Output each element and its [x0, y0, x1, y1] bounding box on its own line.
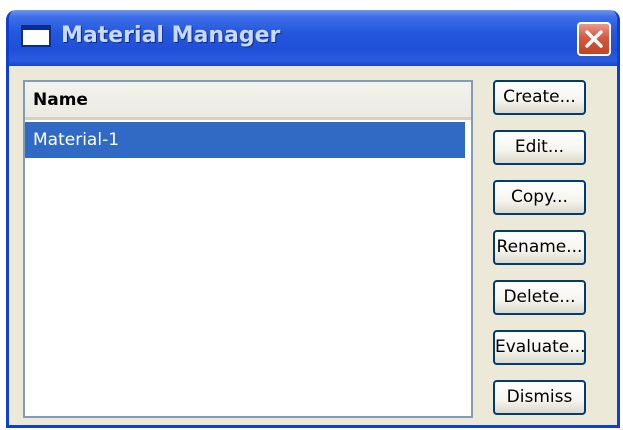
material-manager-dialog: Material Manager Name Material-1 Create.… [6, 10, 620, 428]
evaluate-button[interactable]: Evaluate... [493, 330, 586, 365]
edit-button[interactable]: Edit... [493, 130, 586, 165]
rename-button[interactable]: Rename... [493, 230, 586, 265]
window-title: Material Manager [61, 23, 281, 48]
material-list[interactable]: Name Material-1 [23, 80, 473, 418]
window-icon [21, 25, 51, 47]
title-bar[interactable]: Material Manager [9, 10, 617, 66]
dismiss-button[interactable]: Dismiss [493, 380, 586, 415]
close-icon [585, 30, 603, 48]
delete-button[interactable]: Delete... [493, 280, 586, 315]
create-button[interactable]: Create... [493, 80, 586, 115]
close-button[interactable] [577, 22, 611, 56]
list-item-material-1[interactable]: Material-1 [25, 122, 465, 158]
column-header-name[interactable]: Name [25, 82, 471, 120]
copy-button[interactable]: Copy... [493, 180, 586, 215]
